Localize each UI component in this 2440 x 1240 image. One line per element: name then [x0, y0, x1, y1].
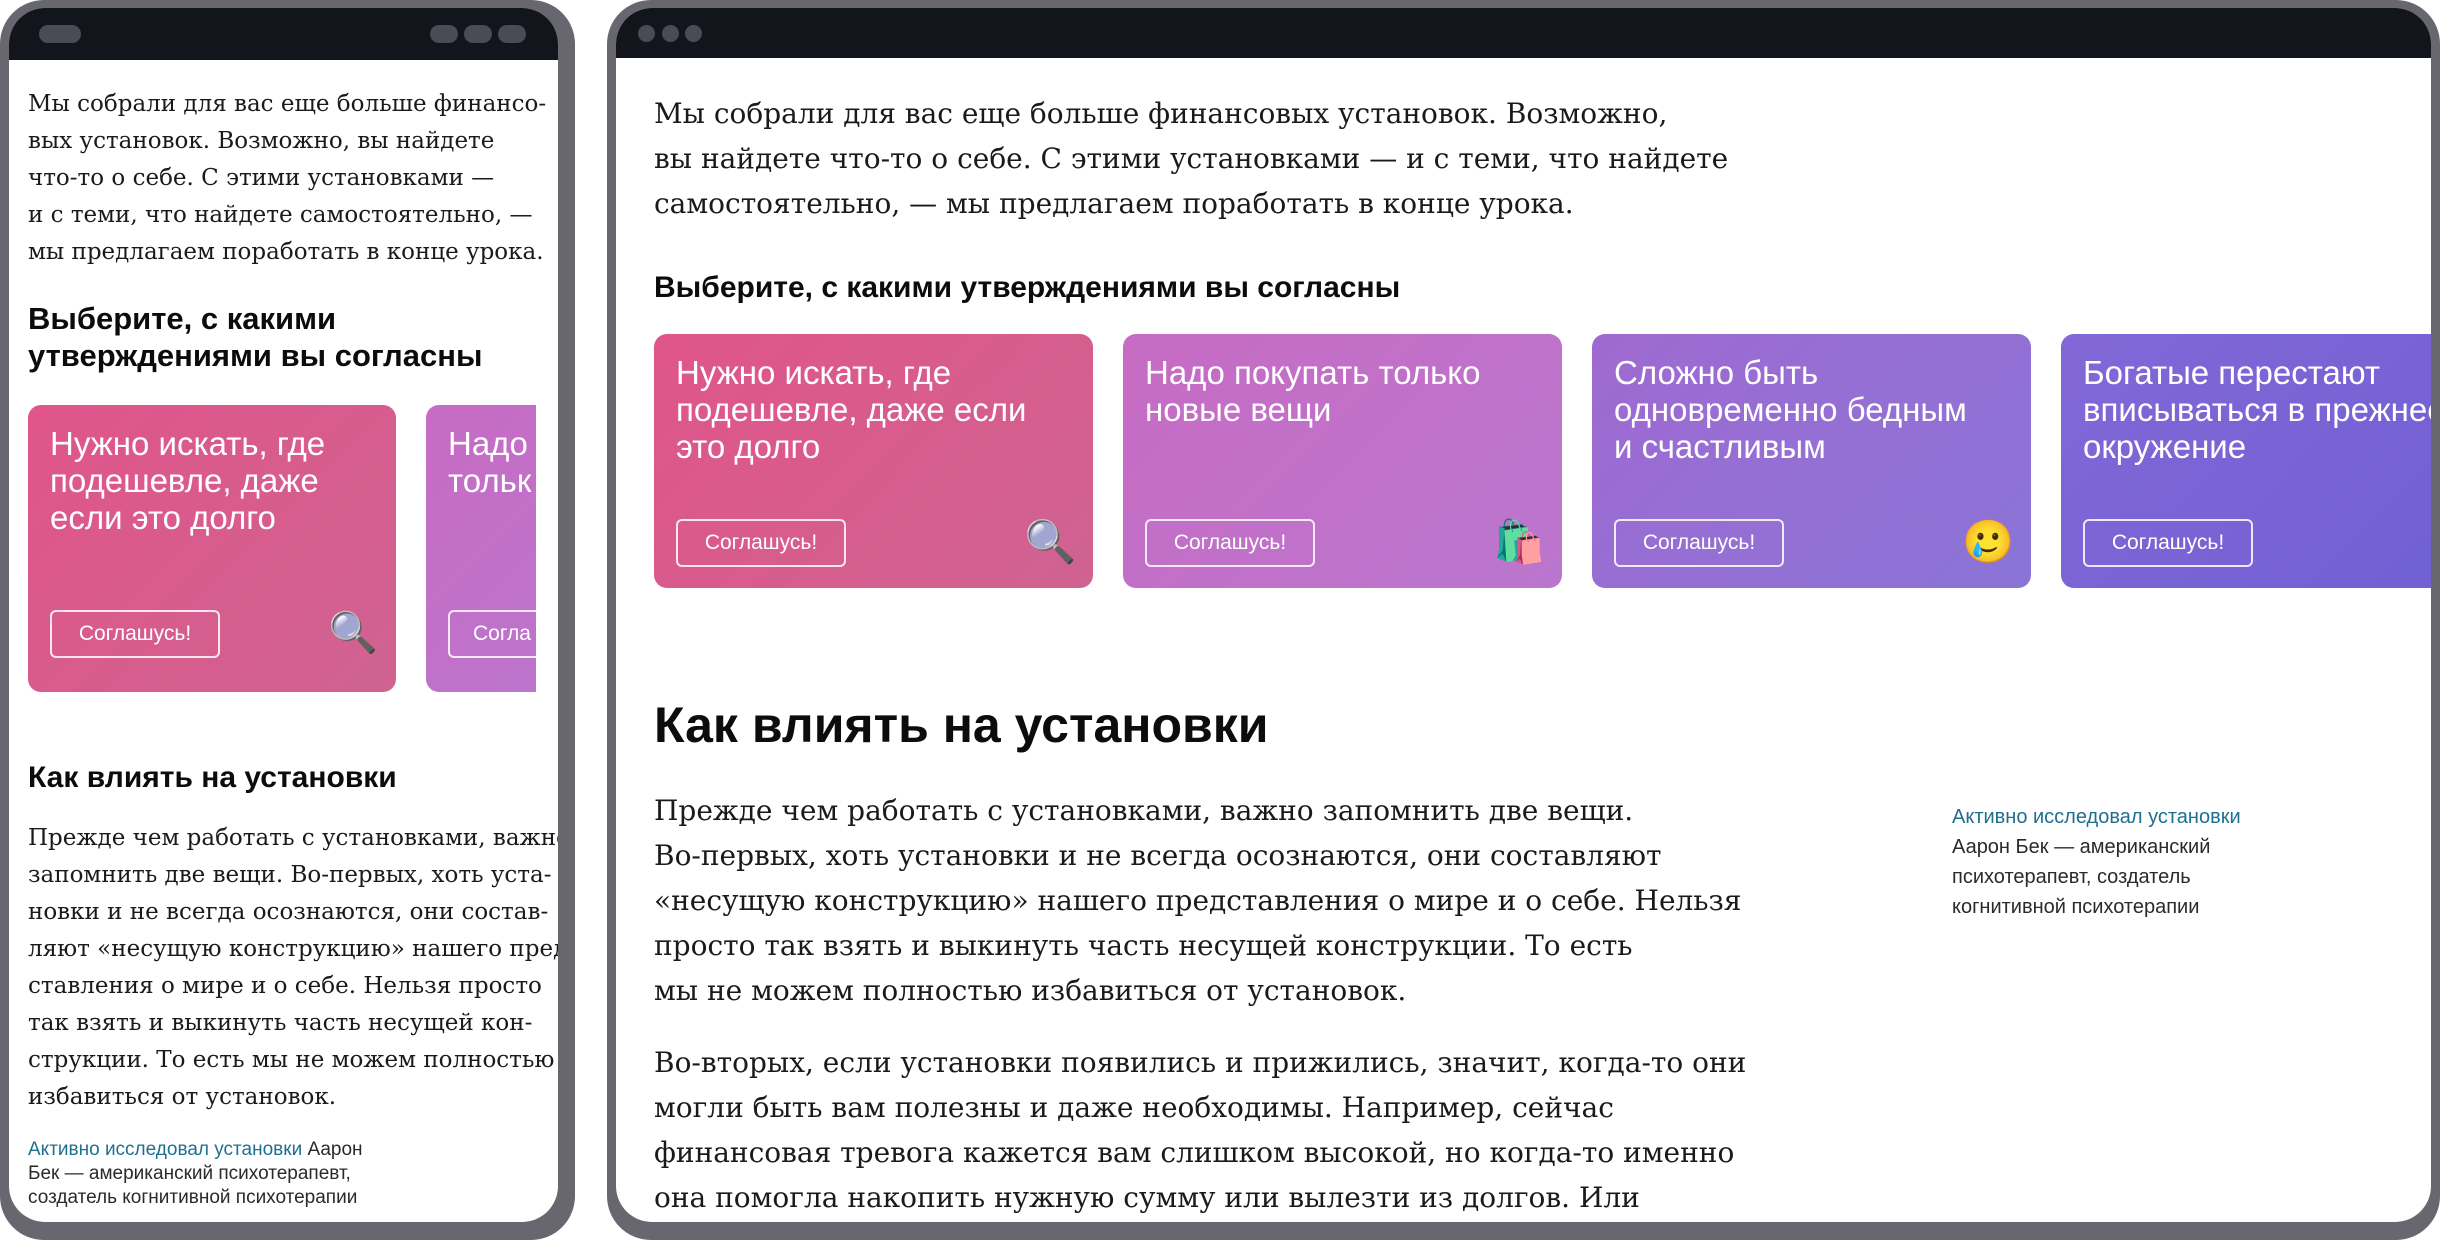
text-line: вписываться в прежнее: [2083, 391, 2431, 428]
window-dot-icon: [662, 25, 679, 42]
desktop-section-heading: Как влиять на установки: [654, 697, 1269, 753]
text-line: Нужно искать, где: [50, 425, 326, 462]
mobile-intro-text: Мы собрали для вас еще больше финансо- в…: [28, 86, 546, 271]
mobile-paragraph: Прежде чем работать с установками, важно…: [28, 820, 558, 1116]
shopping-bags-icon: 🛍️: [1493, 518, 1546, 565]
text-line: ляют «несущую конструкцию» нашего пред-: [28, 936, 558, 962]
text-line: Надо: [448, 425, 528, 462]
window-dot-icon: [685, 25, 702, 42]
text-line: Во-первых, хоть установки и не всегда ос…: [654, 839, 1662, 872]
statement-text: Сложно быть одновременно бедным и счастл…: [1614, 354, 1967, 465]
statement-text: Надо тольк: [448, 425, 531, 499]
mobile-screen: Мы собрали для вас еще больше финансо- в…: [9, 8, 558, 1222]
text-line: мы не можем полностью избавиться от уста…: [654, 974, 1407, 1007]
statement-card: Надо покупать только новые вещи Соглашус…: [1123, 334, 1562, 588]
desktop-intro-text: Мы собрали для вас еще больше финансовых…: [654, 91, 1728, 226]
text-line: вых установок. Возможно, вы найдете: [28, 128, 495, 154]
text-line: могли быть вам полезны и даже необходимы…: [654, 1091, 1614, 1124]
desktop-device-frame: Мы собрали для вас еще больше финансовых…: [607, 0, 2440, 1240]
text-line: Прежде чем работать с установками, важно: [28, 825, 558, 851]
text-line: Мы собрали для вас еще больше финансо-: [28, 91, 547, 117]
text-line: одновременно бедным: [1614, 391, 1967, 428]
text-line: когнитивной психотерапии: [1952, 896, 2200, 918]
text-line: что-то о себе. С этими установками —: [28, 165, 495, 191]
text-line: новые вещи: [1145, 391, 1332, 428]
text-line: психотерапевт, создатель: [1952, 866, 2191, 888]
statement-text: Надо покупать только новые вещи: [1145, 354, 1480, 428]
statement-text: Нужно искать, где подешевле, даже если э…: [676, 354, 1026, 465]
text-line: Сложно быть: [1614, 354, 1819, 391]
status-pill-icon: [464, 25, 492, 43]
desktop-screen: Мы собрали для вас еще больше финансовых…: [616, 8, 2431, 1222]
mobile-device-frame: Мы собрали для вас еще больше финансо- в…: [0, 0, 575, 1240]
text-line: окружение: [2083, 428, 2247, 465]
status-pill-icon: [498, 25, 526, 43]
magnifier-icon: 🔍: [1024, 518, 1077, 565]
window-dot-icon: [638, 25, 655, 42]
text-line: струкции. То есть мы не можем полностью: [28, 1047, 555, 1073]
text-line: она помогла накопить нужную сумму или вы…: [654, 1181, 1640, 1214]
text-line: подешевле, даже: [50, 462, 319, 499]
text-line: новки и не всегда осознаются, они состав…: [28, 899, 549, 925]
statement-card: Богатые перестают вписываться в прежнее …: [2061, 334, 2431, 588]
text-line: Богатые перестают: [2083, 354, 2380, 391]
status-pill-icon: [430, 25, 458, 43]
mobile-section-heading: Как влиять на установки: [28, 761, 397, 794]
statement-text: Нужно искать, где подешевле, даже если э…: [50, 425, 325, 536]
carousel-edge-mask: [536, 398, 558, 698]
text-line: Во-вторых, если установки появились и пр…: [654, 1046, 1747, 1079]
text-line: вы найдете что-то о себе. С этими устано…: [654, 142, 1729, 175]
agree-button[interactable]: Соглашусь!: [676, 519, 846, 567]
desktop-paragraph-1: Прежде чем работать с установками, важно…: [654, 788, 1741, 1013]
text-line: Нужно искать, где: [676, 354, 952, 391]
text-line: избавиться от установок.: [28, 1084, 337, 1110]
text-line: мы предлагаем поработать в конце урока.: [28, 239, 544, 265]
desktop-side-note: Активно исследовал установки Аарон Бек —…: [1952, 802, 2241, 922]
statement-card: Нужно искать, где подешевле, даже если э…: [28, 405, 396, 692]
desktop-window-bar: [616, 8, 2431, 58]
text-line: утверждениями вы согласны: [28, 338, 483, 373]
magnifier-icon: 🔍: [328, 611, 378, 655]
text-line: Мы собрали для вас еще больше финансовых…: [654, 97, 1668, 130]
agree-button[interactable]: Соглашусь!: [50, 610, 220, 658]
text-line: Бек — американский психотерапевт,: [28, 1163, 351, 1184]
statement-card: Сложно быть одновременно бедным и счастл…: [1592, 334, 2031, 588]
text-line: Аарон Бек — американский: [1952, 836, 2211, 858]
mobile-status-bar: [9, 8, 558, 60]
agree-button[interactable]: Соглашусь!: [1614, 519, 1784, 567]
smiling-tear-icon: 🥲: [1962, 518, 2015, 565]
side-note-link[interactable]: Активно исследовал установки: [28, 1139, 302, 1160]
statement-card: Нужно искать, где подешевле, даже если э…: [654, 334, 1093, 588]
side-note-link[interactable]: Активно исследовал установки: [1952, 806, 2241, 828]
text-line: и счастливым: [1614, 428, 1826, 465]
text-line: Выберите, с какими: [28, 301, 337, 336]
text-line: Прежде чем работать с установками, важно…: [654, 794, 1634, 827]
statement-text: Богатые перестают вписываться в прежнее …: [2083, 354, 2431, 465]
text-line: «несущую конструкцию» нашего представлен…: [654, 884, 1742, 917]
status-pill-icon: [39, 25, 81, 43]
text-line: Надо покупать только: [1145, 354, 1481, 391]
mobile-side-note: Активно исследовал установки Аарон Бек —…: [28, 1138, 363, 1210]
desktop-choose-heading: Выберите, с какими утверждениями вы согл…: [654, 271, 1401, 304]
text-line: создатель когнитивной психотерапии: [28, 1187, 358, 1208]
agree-button[interactable]: Соглашусь!: [1145, 519, 1315, 567]
text-line: если это долго: [50, 499, 276, 536]
text-line: Аарон: [302, 1139, 363, 1160]
text-line: запомнить две вещи. Во-первых, хоть уста…: [28, 862, 552, 888]
text-line: ставления о мире и о себе. Нельзя просто: [28, 973, 542, 999]
text-line: просто так взять и выкинуть часть несуще…: [654, 929, 1633, 962]
text-line: тольк: [448, 462, 532, 499]
text-line: финансовая тревога кажется вам слишком в…: [654, 1136, 1735, 1169]
text-line: и с теми, что найдете самостоятельно, —: [28, 202, 533, 228]
text-line: самостоятельно, — мы предлагаем поработа…: [654, 187, 1574, 220]
text-line: так взять и выкинуть часть несущей кон-: [28, 1010, 533, 1036]
mobile-choose-heading: Выберите, с какими утверждениями вы согл…: [28, 300, 482, 374]
text-line: подешевле, даже если: [676, 391, 1027, 428]
text-line: это долго: [676, 428, 821, 465]
agree-button[interactable]: Соглашусь!: [2083, 519, 2253, 567]
desktop-paragraph-2: Во-вторых, если установки появились и пр…: [654, 1040, 1746, 1220]
